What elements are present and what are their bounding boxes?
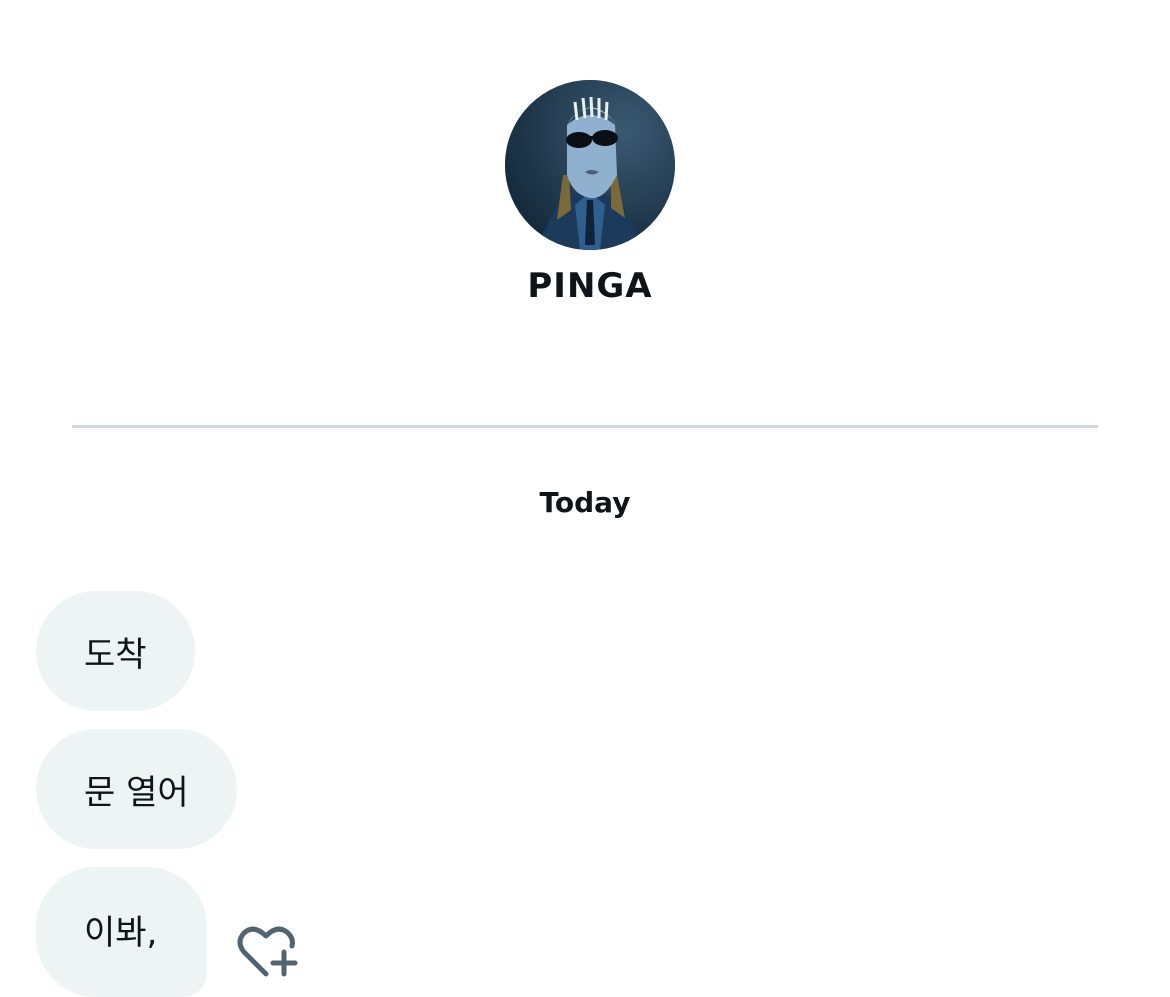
message-text: 도착	[84, 634, 147, 675]
message-bubble[interactable]: 도착	[36, 591, 195, 711]
dm-conversation: PINGA Today 도착 문 열어 이봐,	[0, 0, 1170, 997]
add-reaction-button[interactable]	[234, 924, 302, 980]
date-separator: Today	[539, 486, 631, 519]
message-text: 이봐,	[84, 913, 158, 953]
heart-plus-icon	[237, 926, 298, 977]
message-bubble[interactable]: 문 열어	[36, 729, 237, 849]
message-text: 문 열어	[84, 772, 189, 813]
avatar[interactable]	[505, 80, 675, 250]
avatar-image	[505, 80, 675, 250]
divider	[72, 425, 1098, 428]
message-bubble[interactable]: 이봐,	[36, 867, 207, 997]
profile-header: PINGA	[0, 80, 1170, 306]
profile-name[interactable]: PINGA	[527, 266, 652, 306]
